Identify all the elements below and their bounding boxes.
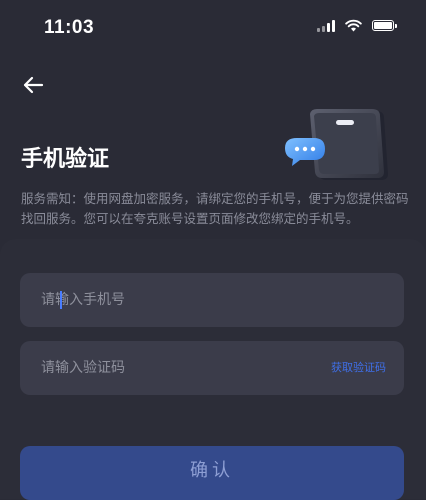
service-notice-text: 服务需知：使用网盘加密服务，请绑定您的手机号，便于为您提供密码找回服务。您可以在…: [21, 191, 409, 226]
back-button[interactable]: [18, 70, 48, 100]
status-bar: 11:03: [0, 0, 426, 52]
page-title: 手机验证: [21, 147, 110, 172]
confirm-button[interactable]: 确认: [20, 446, 404, 500]
arrow-left-icon: [23, 76, 44, 94]
status-icons: [317, 19, 397, 32]
text-cursor: [60, 291, 62, 309]
get-code-button[interactable]: 获取验证码: [331, 359, 386, 375]
phone-input[interactable]: [20, 273, 404, 327]
phone-field[interactable]: [20, 273, 404, 327]
code-field[interactable]: 获取验证码: [20, 341, 404, 395]
phone-chat-illustration: [285, 109, 388, 180]
battery-icon: [372, 20, 397, 31]
status-time: 11:03: [44, 17, 95, 38]
wifi-icon: [345, 19, 362, 32]
signal-icon: [317, 19, 335, 32]
